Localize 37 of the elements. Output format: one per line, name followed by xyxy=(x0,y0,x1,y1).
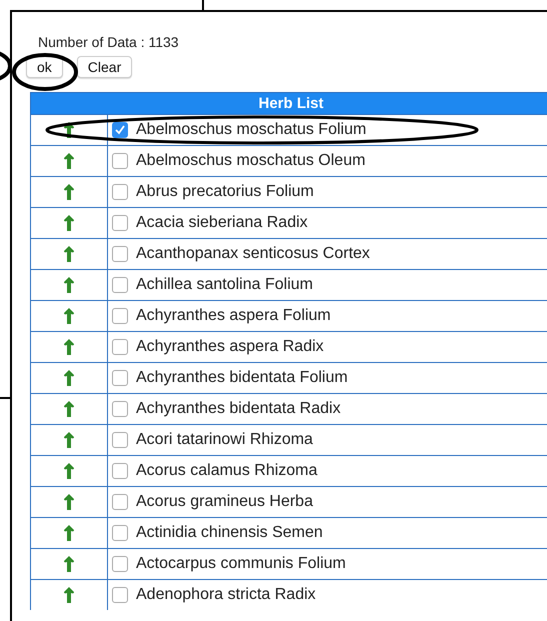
checkbox[interactable] xyxy=(112,153,128,169)
checkbox[interactable] xyxy=(112,401,128,417)
checkbox[interactable] xyxy=(112,246,128,262)
clear-button[interactable]: Clear xyxy=(76,56,132,78)
herb-name: Achyranthes aspera Folium xyxy=(136,307,331,325)
checkbox[interactable] xyxy=(112,463,128,479)
data-count: Number of Data : 1133 xyxy=(38,34,180,52)
checkbox[interactable] xyxy=(112,122,128,138)
checkbox[interactable] xyxy=(112,339,128,355)
herb-name: Acanthopanax senticosus Cortex xyxy=(136,245,370,263)
herb-name: Abelmoschus moschatus Oleum xyxy=(136,152,366,170)
herb-name: Acacia sieberiana Radix xyxy=(136,214,308,232)
checkbox[interactable] xyxy=(112,587,128,603)
checkbox[interactable] xyxy=(112,432,128,448)
checkbox[interactable] xyxy=(112,215,128,231)
herb-name: Adenophora stricta Radix xyxy=(136,586,316,604)
herb-name: Achyranthes bidentata Folium xyxy=(136,369,348,387)
herb-name: Actocarpus communis Folium xyxy=(136,555,346,573)
herb-name: Acorus gramineus Herba xyxy=(136,493,313,511)
herb-name: Abelmoschus moschatus Folium xyxy=(136,121,366,139)
herb-name: Actinidia chinensis Semen xyxy=(136,524,323,542)
herb-name: Achyranthes aspera Radix xyxy=(136,338,324,356)
checkbox[interactable] xyxy=(112,308,128,324)
checkbox[interactable] xyxy=(112,277,128,293)
checkbox[interactable] xyxy=(112,525,128,541)
herb-name: Abrus precatorius Folium xyxy=(136,183,314,201)
checkbox[interactable] xyxy=(112,556,128,572)
herb-name: Acorus calamus Rhizoma xyxy=(136,462,318,480)
table-header: Herb List xyxy=(31,93,547,114)
herb-name: Achyranthes bidentata Radix xyxy=(136,400,341,418)
checkbox[interactable] xyxy=(112,370,128,386)
herb-name: Achillea santolina Folium xyxy=(136,276,313,294)
herb-name: Acori tatarinowi Rhizoma xyxy=(136,431,313,449)
up-arrow-icon[interactable] xyxy=(64,122,74,138)
checkbox[interactable] xyxy=(112,494,128,510)
checkbox[interactable] xyxy=(112,184,128,200)
checkmark-icon xyxy=(115,125,125,135)
